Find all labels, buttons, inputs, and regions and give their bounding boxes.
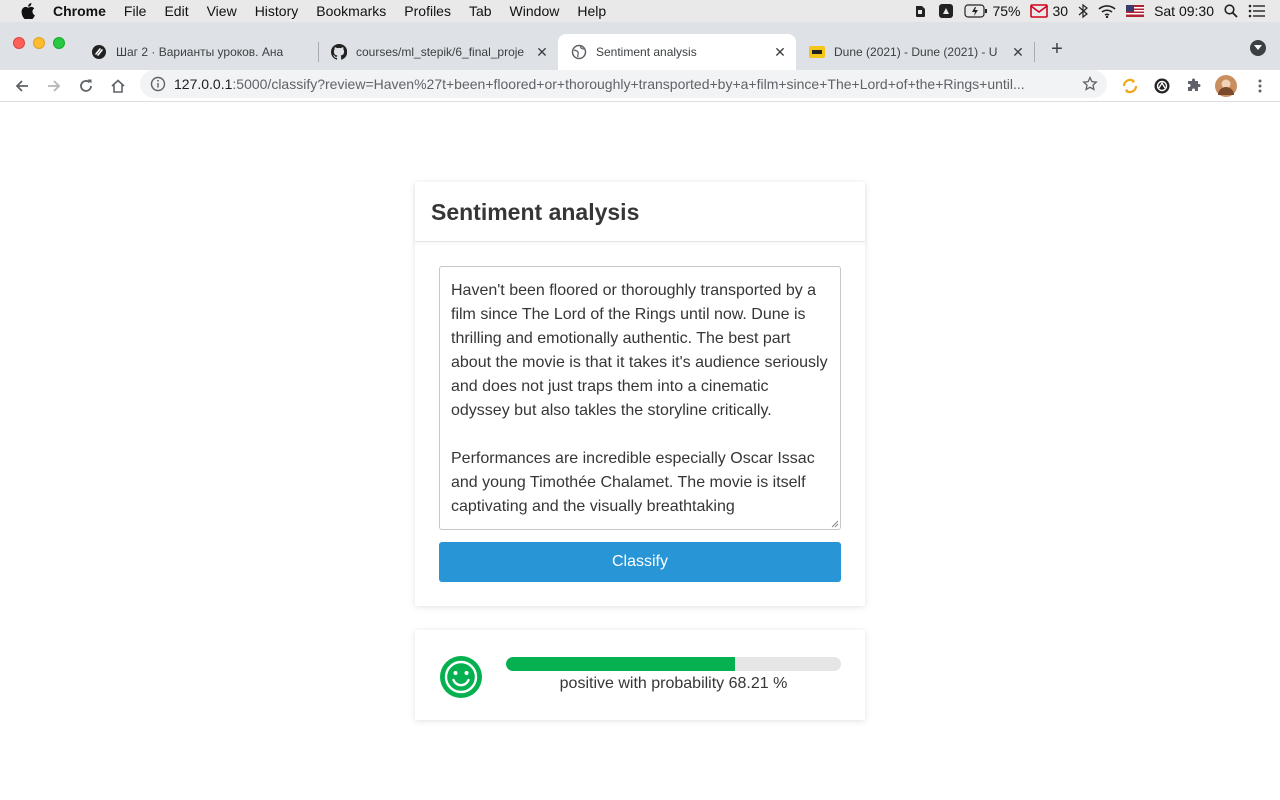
tab-title: Шаг 2 · Варианты уроков. Ана [116,45,284,59]
menu-profiles[interactable]: Profiles [404,3,451,19]
bookmark-star-icon[interactable] [1081,75,1099,93]
probability-bar [506,657,841,671]
classify-button[interactable]: Classify [439,542,841,582]
stepik-icon [91,44,107,60]
macos-menu-bar: Chrome File Edit View History Bookmarks … [0,0,1280,22]
result-card: positive with probability 68.21 % [415,630,865,720]
bluetooth-icon[interactable] [1078,3,1089,19]
review-textarea[interactable]: Haven't been floored or thoroughly trans… [439,266,841,530]
tab-close-icon[interactable]: ✕ [1010,44,1026,60]
extension-icon[interactable] [1150,74,1174,98]
tab-imdb-dune[interactable]: Dune (2021) - Dune (2021) - U ✕ [796,34,1034,70]
forward-arrow-icon[interactable] [42,74,66,98]
url-path: :5000/classify?review=Haven%27t+been+flo… [232,76,1025,92]
menu-window[interactable]: Window [510,3,560,19]
battery-icon[interactable]: 75% [964,3,1020,19]
apple-logo-icon[interactable] [19,2,37,20]
clock-datetime[interactable]: Sat 09:30 [1154,3,1214,19]
puzzle-extensions-icon[interactable] [1182,74,1206,98]
result-label: positive with probability 68.21 % [559,675,788,692]
tab-search-icon[interactable] [1250,40,1266,56]
menu-view[interactable]: View [207,3,237,19]
address-bar[interactable]: 127.0.0.1:5000/classify?review=Haven%27t… [140,70,1107,98]
window-minimize-button[interactable] [33,37,45,49]
menu-status-area: 75% 30 Sat 09:30 [912,0,1266,22]
battery-percent: 75% [992,3,1021,19]
tab-title: Dune (2021) - Dune (2021) - U [834,45,998,59]
menu-help[interactable]: Help [577,3,606,19]
sync-extension-icon[interactable] [1118,74,1142,98]
google-drive-icon[interactable] [938,3,954,19]
evernote-icon[interactable] [912,3,928,19]
back-arrow-icon[interactable] [10,74,34,98]
page-title: Sentiment analysis [431,199,640,225]
menu-app-name[interactable]: Chrome [53,3,106,19]
textarea-resize-grip-icon[interactable] [831,520,839,528]
new-tab-plus-icon[interactable]: + [1046,38,1068,60]
mail-count: 30 [1052,3,1069,19]
site-info-icon[interactable] [150,76,166,92]
smiley-face-icon [440,656,482,698]
menu-tab[interactable]: Tab [469,3,492,19]
us-flag-icon[interactable] [1126,5,1145,17]
globe-icon [571,44,587,60]
menu-edit[interactable]: Edit [164,3,188,19]
card-header: Sentiment analysis [415,182,865,242]
tab-github[interactable]: courses/ml_stepik/6_final_proje ✕ [318,34,558,70]
mail-icon[interactable]: 30 [1030,3,1068,19]
probability-bar-fill [506,657,735,671]
tab-sentiment-analysis[interactable]: Sentiment analysis ✕ [558,34,796,70]
wifi-icon[interactable] [1098,4,1116,18]
browser-toolbar: 127.0.0.1:5000/classify?review=Haven%27t… [0,70,1280,102]
url-text[interactable]: 127.0.0.1:5000/classify?review=Haven%27t… [174,76,1073,92]
sentiment-form-card: Sentiment analysis Haven't been floored … [415,182,865,606]
tab-title: Sentiment analysis [596,45,697,59]
spotlight-search-icon[interactable] [1224,4,1238,18]
home-icon[interactable] [106,74,130,98]
window-zoom-button[interactable] [53,37,65,49]
menu-file[interactable]: File [124,3,147,19]
reload-icon[interactable] [74,74,98,98]
browser-tab-strip: Шаг 2 · Варианты уроков. Ана courses/ml_… [0,22,1280,70]
menu-history[interactable]: History [255,3,299,19]
profile-avatar[interactable] [1214,74,1238,98]
tab-close-icon[interactable]: ✕ [534,44,550,60]
url-host: 127.0.0.1 [174,76,233,92]
tab-close-icon[interactable]: ✕ [772,44,788,60]
chrome-menu-kebab-icon[interactable] [1248,74,1272,98]
imdb-icon [809,44,825,60]
tab-separator [1034,42,1035,62]
window-close-button[interactable] [13,37,25,49]
tab-title: courses/ml_stepik/6_final_proje [356,45,525,59]
control-center-icon[interactable] [1248,4,1266,18]
tab-stepik[interactable]: Шаг 2 · Варианты уроков. Ана [78,34,318,70]
github-icon [331,44,347,60]
menu-bookmarks[interactable]: Bookmarks [316,3,386,19]
